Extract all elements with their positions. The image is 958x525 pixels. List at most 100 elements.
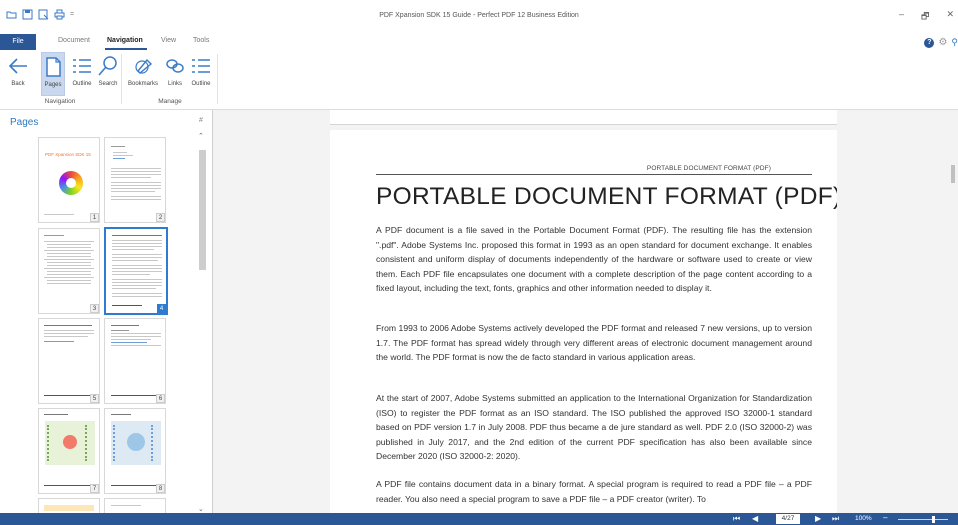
help-icon[interactable]: ? <box>924 37 935 48</box>
tab-navigation[interactable]: Navigation <box>107 37 143 44</box>
outline-icon <box>73 59 91 73</box>
next-page-icon[interactable]: ▶ <box>815 514 821 524</box>
tab-file[interactable]: File <box>0 34 36 50</box>
text-line <box>44 259 94 260</box>
status-bar: ⏮ ◀ 4/27 ▶ ⏭ 100% – <box>0 513 958 525</box>
text-line <box>111 395 161 396</box>
group-separator <box>217 54 218 104</box>
text-line <box>112 293 162 294</box>
search-button[interactable]: Search <box>96 52 120 96</box>
text-line <box>47 256 91 257</box>
outline-icon <box>192 59 210 73</box>
outline-button[interactable]: Outline <box>70 52 94 96</box>
text-line <box>47 280 91 281</box>
close-icon[interactable]: ✕ <box>946 9 954 25</box>
page-number: 6 <box>156 394 165 403</box>
text-line <box>111 336 161 337</box>
minimize-icon[interactable]: – <box>899 9 904 25</box>
pages-icon <box>46 57 61 77</box>
scrollbar-thumb[interactable] <box>199 150 206 270</box>
document-scrollbar[interactable] <box>948 110 958 513</box>
previous-page-icon[interactable]: ◀ <box>752 514 758 524</box>
first-page-icon[interactable]: ⏮ <box>733 514 740 524</box>
tab-document[interactable]: Document <box>58 37 90 44</box>
text-line <box>111 339 151 340</box>
text-line <box>44 325 92 326</box>
diagram-image <box>45 421 95 465</box>
page-thumbnail-1[interactable]: PDF Xpansion SDK 15 1 <box>38 137 100 223</box>
page-number: 4 <box>157 304 166 313</box>
pages-button[interactable]: Pages <box>41 52 65 96</box>
text-line <box>111 333 161 334</box>
text-line <box>44 214 74 215</box>
text-line <box>113 155 133 156</box>
text-line <box>112 282 162 283</box>
scrollbar-thumb[interactable] <box>951 165 955 183</box>
navigation-group-label: Navigation <box>44 98 76 105</box>
text-line <box>111 414 131 415</box>
zoom-slider-knob[interactable] <box>931 516 935 523</box>
page-number: 2 <box>156 213 165 222</box>
document-page: PORTABLE DOCUMENT FORMAT (PDF) PORTABLE … <box>330 130 837 513</box>
scroll-down-icon[interactable]: ⌄ <box>198 505 204 513</box>
text-line <box>44 341 74 342</box>
text-line <box>111 345 161 346</box>
page-number-input[interactable]: 4/27 <box>776 514 800 524</box>
text-line <box>111 505 141 506</box>
zoom-slider[interactable] <box>898 516 948 523</box>
text-line <box>111 330 129 331</box>
text-line <box>112 240 162 241</box>
text-line <box>111 177 151 178</box>
text-line <box>112 257 162 258</box>
thumbnail-fragment <box>44 505 94 511</box>
pages-panel: Pages # PDF Xpansion SDK 15 1 2 3 4 5 6 … <box>0 110 213 518</box>
scroll-up-icon[interactable]: ⌃ <box>198 132 204 140</box>
text-line <box>111 171 161 172</box>
zoom-out-icon[interactable]: – <box>883 513 887 523</box>
pin-icon[interactable]: # <box>199 117 203 124</box>
text-line <box>47 265 91 266</box>
manage-outline-button[interactable]: Outline <box>189 52 213 96</box>
links-button[interactable]: Links <box>163 52 187 96</box>
search-icon[interactable]: ⚲ <box>951 37 958 48</box>
text-line <box>44 268 94 269</box>
paragraph: A PDF file contains document data in a b… <box>376 479 812 504</box>
diagram-image <box>111 421 161 465</box>
page-number: 5 <box>90 394 99 403</box>
back-button[interactable]: Back <box>6 52 30 96</box>
page-thumbnail-4[interactable]: 4 <box>104 227 168 315</box>
text-line <box>111 191 155 192</box>
text-line <box>47 283 91 284</box>
text-line <box>111 485 161 486</box>
page-number: 3 <box>90 304 99 313</box>
text-line <box>111 185 161 186</box>
text-line <box>111 325 139 326</box>
bookmark-icon <box>135 58 153 74</box>
bookmarks-button[interactable]: Bookmarks <box>128 52 158 96</box>
page-thumbnail-3[interactable]: 3 <box>38 228 100 314</box>
settings-icon[interactable]: ⚙ <box>938 37 947 48</box>
page-thumbnail-7[interactable]: 7 <box>38 408 100 494</box>
thumbnail-scrollbar[interactable]: ⌃ ⌄ <box>197 132 207 513</box>
tab-view[interactable]: View <box>161 37 176 44</box>
restore-icon[interactable]: 🗗 <box>921 9 929 25</box>
text-line <box>44 336 88 337</box>
page-thumbnail-8[interactable]: 8 <box>104 408 166 494</box>
page-thumbnail-2[interactable]: 2 <box>104 137 166 223</box>
text-line <box>113 152 127 153</box>
text-line <box>44 414 68 415</box>
tab-tools[interactable]: Tools <box>193 37 209 44</box>
text-line <box>112 260 158 261</box>
document-view: PORTABLE DOCUMENT FORMAT (PDF) PORTABLE … <box>213 110 958 513</box>
paragraph: At the start of 2007, Adobe Systems subm… <box>376 393 812 461</box>
text-line <box>44 395 94 396</box>
page-number: 8 <box>156 484 165 493</box>
last-page-icon[interactable]: ⏭ <box>832 514 839 524</box>
text-line <box>111 188 161 189</box>
text-line <box>112 274 150 275</box>
page-thumbnail-6[interactable]: 6 <box>104 318 166 404</box>
page-thumbnail-5[interactable]: 5 <box>38 318 100 404</box>
pages-panel-title: Pages <box>10 117 39 128</box>
text-line <box>44 277 94 278</box>
page-number: 1 <box>90 213 99 222</box>
